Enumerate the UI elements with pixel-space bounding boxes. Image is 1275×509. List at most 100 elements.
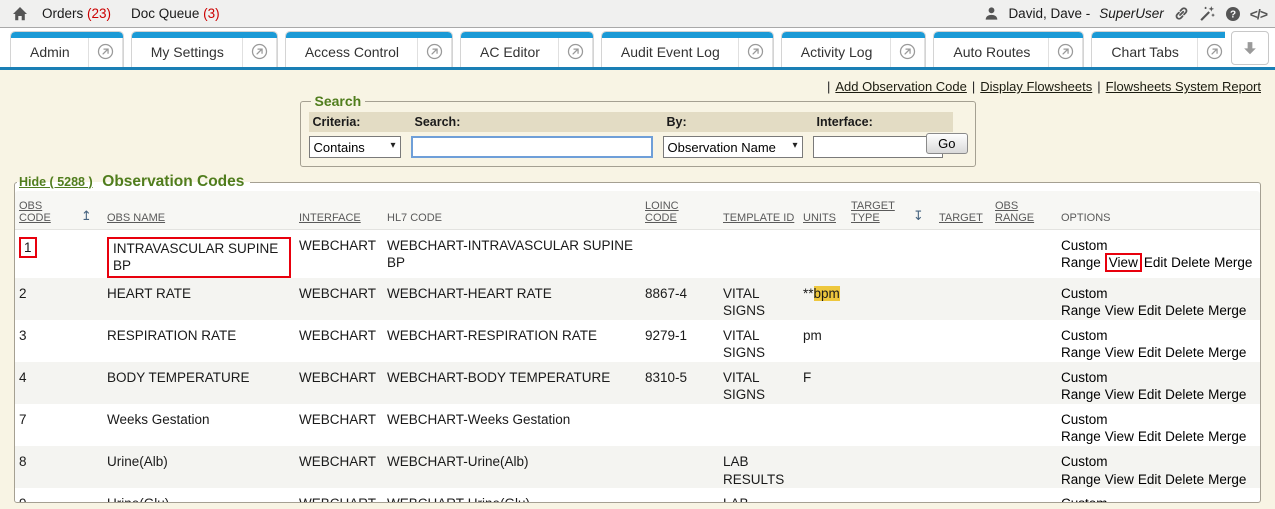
tab-label: Activity Log — [782, 32, 892, 67]
cell-template-id: LAB RESULTS — [719, 446, 799, 488]
cell-target-type — [847, 278, 909, 320]
column-header-loinc-code[interactable]: LOINC CODE — [641, 191, 719, 229]
cell-obs-name: Urine(Glu) — [103, 488, 295, 503]
tab-my-settings[interactable]: My Settings — [131, 31, 278, 67]
search-input[interactable] — [411, 136, 653, 158]
option-link-merge[interactable]: Merge — [1214, 255, 1252, 270]
column-header-interface[interactable]: INTERFACE — [295, 191, 383, 229]
action-link-flowsheets-system-report[interactable]: Flowsheets System Report — [1106, 79, 1261, 94]
cell-hl7-code: WEBCHART-HEART RATE — [383, 278, 641, 320]
tab-activity-log[interactable]: Activity Log — [781, 31, 927, 67]
column-header-target[interactable]: TARGET — [935, 191, 991, 229]
option-link-view[interactable]: View — [1105, 429, 1134, 444]
option-link-edit[interactable]: Edit — [1138, 345, 1161, 360]
go-button[interactable]: Go — [926, 133, 967, 154]
option-link-delete[interactable]: Delete — [1165, 387, 1204, 402]
option-link-delete[interactable]: Delete — [1165, 345, 1204, 360]
code-icon[interactable]: </> — [1250, 6, 1267, 22]
tab-audit-event-log[interactable]: Audit Event Log — [601, 31, 774, 67]
sort-asc-icon[interactable]: ↥ — [77, 191, 103, 229]
topbar-nav-item-doc-queue[interactable]: Doc Queue (3) — [131, 6, 220, 21]
option-link-delete[interactable]: Delete — [1171, 255, 1210, 270]
by-select[interactable]: Observation Name — [663, 136, 803, 158]
interface-select[interactable] — [813, 136, 943, 158]
tab-chart-tabs[interactable]: Chart Tabs — [1091, 31, 1225, 67]
option-link-custom-range[interactable]: Custom Range — [1061, 496, 1108, 503]
action-link-add-observation-code[interactable]: Add Observation Code — [835, 79, 967, 94]
tab-auto-routes[interactable]: Auto Routes — [933, 31, 1084, 67]
cell-loinc-code: 8867-4 — [641, 278, 719, 320]
hide-link[interactable]: Hide ( 5288 ) — [19, 175, 93, 189]
cell-hl7-code: WEBCHART-Weeks Gestation — [383, 404, 641, 446]
tab-access-control[interactable]: Access Control — [285, 31, 453, 67]
option-link-view[interactable]: View — [1105, 387, 1134, 402]
sort-asc-icon[interactable]: ↥ — [81, 209, 92, 224]
table-row: 1INTRAVASCULAR SUPINE BPWEBCHARTWEBCHART… — [15, 229, 1260, 278]
observation-codes-legend: Hide ( 5288 ) Observation Codes — [17, 173, 250, 191]
cell-target — [935, 446, 991, 488]
tab-label: Chart Tabs — [1092, 32, 1197, 67]
option-link-merge[interactable]: Merge — [1208, 387, 1246, 402]
option-link-custom-range[interactable]: Custom Range — [1061, 370, 1108, 403]
column-header-obs-code[interactable]: OBS CODE — [15, 191, 77, 229]
cell-template-id — [719, 229, 799, 278]
option-link-view[interactable]: View — [1105, 472, 1134, 487]
topbar-nav-item-orders[interactable]: Orders (23) — [42, 6, 111, 21]
option-link-merge[interactable]: Merge — [1208, 345, 1246, 360]
table-row: 9Urine(Glu)WEBCHARTWEBCHART-Urine(Glu)LA… — [15, 488, 1260, 503]
external-link-icon — [418, 32, 452, 67]
option-link-view[interactable]: View — [1105, 345, 1134, 360]
tab-overflow-button[interactable] — [1231, 31, 1269, 65]
column-header-units[interactable]: UNITS — [799, 191, 847, 229]
tab-label: Audit Event Log — [602, 32, 739, 67]
option-link-edit[interactable]: Edit — [1138, 387, 1161, 402]
cell-target-type — [847, 446, 909, 488]
option-link-edit[interactable]: Edit — [1138, 303, 1161, 318]
column-header-hl7-code: HL7 CODE — [383, 191, 641, 229]
option-link-merge[interactable]: Merge — [1208, 472, 1246, 487]
option-link-edit[interactable]: Edit — [1138, 429, 1161, 444]
option-link-custom-range[interactable]: Custom Range — [1061, 412, 1108, 445]
option-link-delete[interactable]: Delete — [1165, 303, 1204, 318]
user-name: David, Dave - — [1008, 6, 1090, 21]
option-link-edit[interactable]: Edit — [1138, 472, 1161, 487]
cell-options: Custom RangeView Edit Delete Merge — [1057, 320, 1260, 362]
option-link-delete[interactable]: Delete — [1165, 472, 1204, 487]
cell-interface: WEBCHART — [295, 362, 383, 404]
help-icon[interactable]: ? — [1225, 6, 1241, 22]
tab-admin[interactable]: Admin — [10, 31, 124, 67]
option-link-merge[interactable]: Merge — [1208, 303, 1246, 318]
home-icon[interactable] — [12, 6, 28, 22]
sort-desc-icon[interactable]: ↧ — [909, 191, 935, 229]
column-header-template-id[interactable]: TEMPLATE ID — [719, 191, 799, 229]
column-header-obs-name[interactable]: OBS NAME — [103, 191, 295, 229]
column-header-target-type[interactable]: TARGET TYPE — [847, 191, 909, 229]
user-icon — [984, 6, 999, 21]
criteria-select[interactable]: Contains — [309, 136, 401, 158]
option-link-view[interactable]: View — [1105, 303, 1134, 318]
tab-ac-editor[interactable]: AC Editor — [460, 31, 594, 67]
option-link-merge[interactable]: Merge — [1208, 429, 1246, 444]
cell-hl7-code: WEBCHART-RESPIRATION RATE — [383, 320, 641, 362]
option-link-view[interactable]: View — [1105, 253, 1142, 272]
cell-loinc-code: 9279-1 — [641, 320, 719, 362]
cell-units: pm — [799, 320, 847, 362]
search-grid: Criteria: Search: By: Interface: Contain… — [309, 112, 967, 158]
sort-desc-icon[interactable]: ↧ — [913, 209, 924, 224]
column-header-obs-range[interactable]: OBS RANGE — [991, 191, 1057, 229]
option-link-edit[interactable]: Edit — [1144, 255, 1167, 270]
cell-obs-code: 3 — [15, 320, 77, 362]
svg-text:?: ? — [1230, 9, 1236, 20]
link-icon[interactable] — [1173, 5, 1190, 22]
cell-options: Custom RangeView Edit Delete Merge — [1057, 362, 1260, 404]
cell-obs-range — [991, 362, 1057, 404]
option-link-custom-range[interactable]: Custom Range — [1061, 238, 1108, 271]
wand-icon[interactable] — [1199, 5, 1216, 22]
option-link-custom-range[interactable]: Custom Range — [1061, 328, 1108, 361]
option-link-delete[interactable]: Delete — [1165, 429, 1204, 444]
nav-count: (23) — [87, 6, 111, 21]
action-link-display-flowsheets[interactable]: Display Flowsheets — [980, 79, 1092, 94]
option-link-custom-range[interactable]: Custom Range — [1061, 454, 1108, 487]
option-link-custom-range[interactable]: Custom Range — [1061, 286, 1108, 319]
table-row: 3RESPIRATION RATEWEBCHARTWEBCHART-RESPIR… — [15, 320, 1260, 362]
